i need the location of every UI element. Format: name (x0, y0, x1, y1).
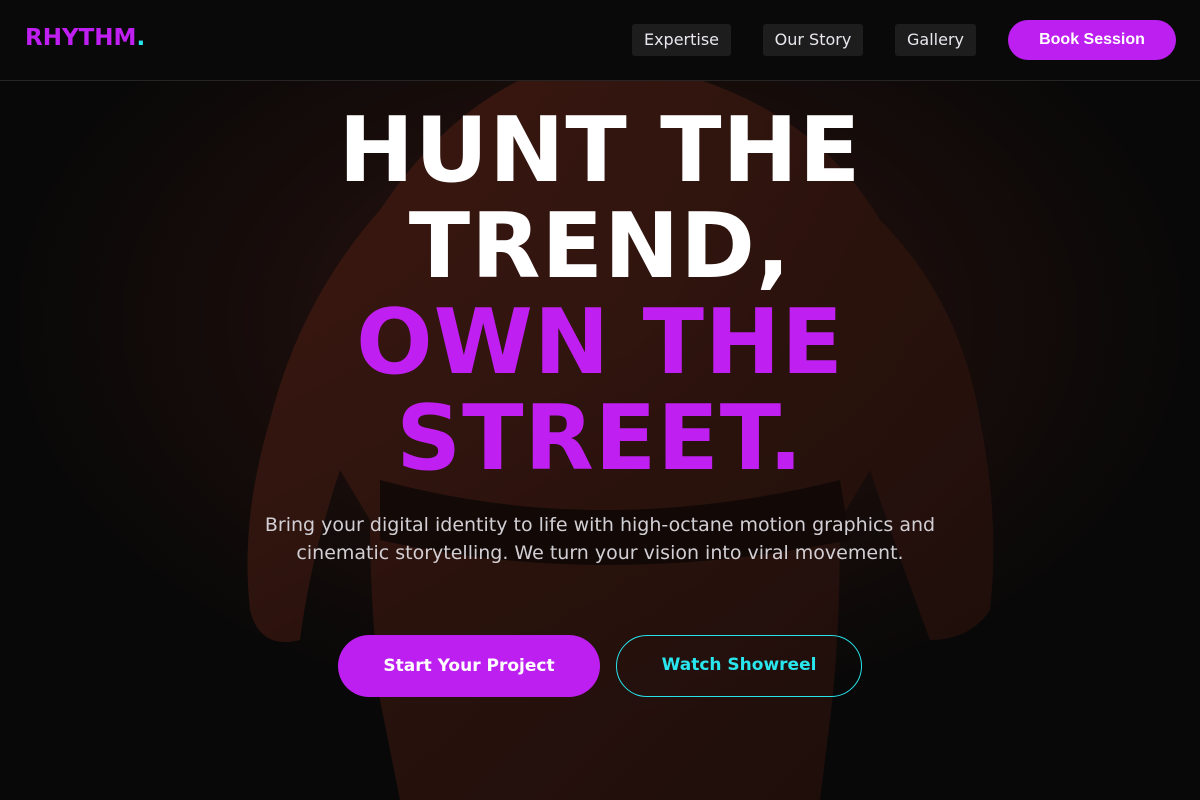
headline-line-2: TREND, (408, 194, 792, 299)
nav-link-gallery[interactable]: Gallery (895, 24, 976, 56)
hero-headline: HUNT THE TREND, OWN THE STREET. (0, 103, 1200, 487)
logo-text: RHYTHM (25, 25, 137, 51)
landing-page: RHYTHM. Expertise Our Story Gallery Book… (0, 0, 1200, 800)
hero-subtitle: Bring your digital identity to life with… (264, 514, 936, 564)
headline-line-3: OWN THE (356, 290, 844, 395)
hero-section: HUNT THE TREND, OWN THE STREET. Bring yo… (0, 81, 1200, 800)
top-navbar: RHYTHM. Expertise Our Story Gallery Book… (0, 0, 1200, 81)
start-project-button[interactable]: Start Your Project (338, 635, 600, 697)
book-session-button[interactable]: Book Session (1008, 20, 1176, 60)
headline-line-4: STREET. (396, 386, 804, 491)
headline-line-1: HUNT THE (338, 98, 862, 203)
logo-dot: . (136, 25, 146, 51)
brand-logo[interactable]: RHYTHM. (25, 25, 145, 51)
nav-link-expertise[interactable]: Expertise (632, 24, 731, 56)
watch-showreel-button[interactable]: Watch Showreel (616, 635, 862, 697)
nav-link-our-story[interactable]: Our Story (763, 24, 863, 56)
